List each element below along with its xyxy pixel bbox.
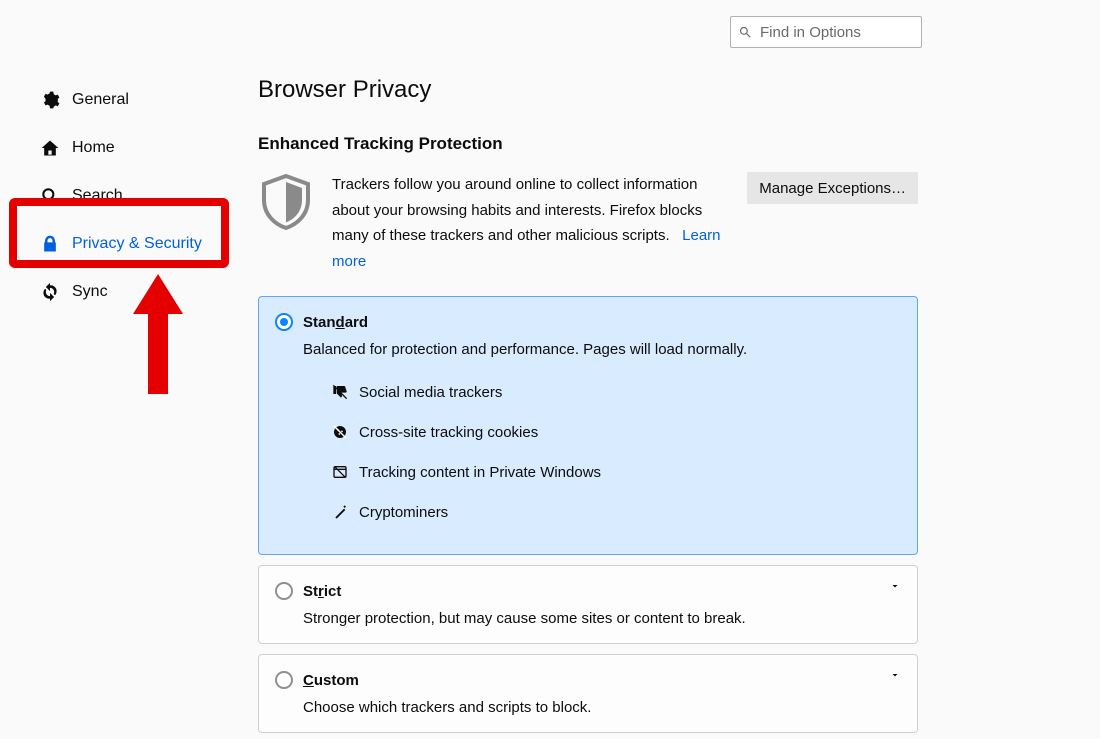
blocked-item-label: Cross-site tracking cookies: [359, 424, 538, 441]
lock-icon: [40, 234, 60, 254]
thumbs-down-icon: [331, 383, 349, 401]
chevron-down-icon[interactable]: [889, 669, 901, 684]
shield-icon: [258, 174, 314, 230]
sidebar-item-general[interactable]: General: [28, 76, 228, 124]
radio-strict[interactable]: [275, 582, 293, 600]
section-title: Enhanced Tracking Protection: [258, 134, 918, 154]
radio-standard[interactable]: [275, 313, 293, 331]
magnifier-icon: [40, 186, 60, 206]
blocked-item: Cross-site tracking cookies: [331, 412, 901, 452]
blocked-item-label: Social media trackers: [359, 384, 502, 401]
sidebar-item-privacy-security[interactable]: Privacy & Security: [28, 220, 228, 268]
option-desc-strict: Stronger protection, but may cause some …: [303, 610, 901, 627]
manage-exceptions-button[interactable]: Manage Exceptions…: [747, 172, 918, 204]
sidebar-item-home[interactable]: Home: [28, 124, 228, 172]
protection-option-standard[interactable]: Standard Balanced for protection and per…: [258, 296, 918, 555]
cryptominer-icon: [331, 503, 349, 521]
search-input[interactable]: [758, 23, 913, 42]
option-label-strict: Strict: [303, 583, 341, 600]
blocked-item: Social media trackers: [331, 372, 901, 412]
etp-desc-text: Trackers follow you around online to col…: [332, 176, 702, 244]
page-title: Browser Privacy: [258, 76, 918, 104]
blocked-item: Tracking content in Private Windows: [331, 452, 901, 492]
protection-option-strict[interactable]: Strict Stronger protection, but may caus…: [258, 565, 918, 644]
sidebar-item-label: General: [72, 91, 129, 109]
sidebar-item-label: Search: [72, 187, 123, 205]
search-box[interactable]: [730, 16, 922, 48]
sidebar-item-search[interactable]: Search: [28, 172, 228, 220]
etp-description: Trackers follow you around online to col…: [332, 172, 737, 274]
search-icon: [739, 26, 751, 38]
chevron-down-icon[interactable]: [889, 580, 901, 595]
sidebar-item-label: Sync: [72, 283, 108, 301]
window-blocked-icon: [331, 463, 349, 481]
blocked-item: Cryptominers: [331, 492, 901, 532]
option-desc-custom: Choose which trackers and scripts to blo…: [303, 699, 901, 716]
sidebar-item-sync[interactable]: Sync: [28, 268, 228, 316]
sidebar-item-label: Home: [72, 139, 115, 157]
cookie-blocked-icon: [331, 423, 349, 441]
blocked-item-label: Tracking content in Private Windows: [359, 464, 601, 481]
option-desc-standard: Balanced for protection and performance.…: [303, 341, 901, 358]
gear-icon: [40, 90, 60, 110]
protection-option-custom[interactable]: Custom Choose which trackers and scripts…: [258, 654, 918, 733]
option-label-custom: Custom: [303, 672, 359, 689]
sidebar-item-label: Privacy & Security: [72, 235, 202, 253]
blocked-item-label: Cryptominers: [359, 504, 448, 521]
sync-icon: [40, 282, 60, 302]
radio-custom[interactable]: [275, 671, 293, 689]
home-icon: [40, 138, 60, 158]
option-label-standard: Standard: [303, 314, 368, 331]
